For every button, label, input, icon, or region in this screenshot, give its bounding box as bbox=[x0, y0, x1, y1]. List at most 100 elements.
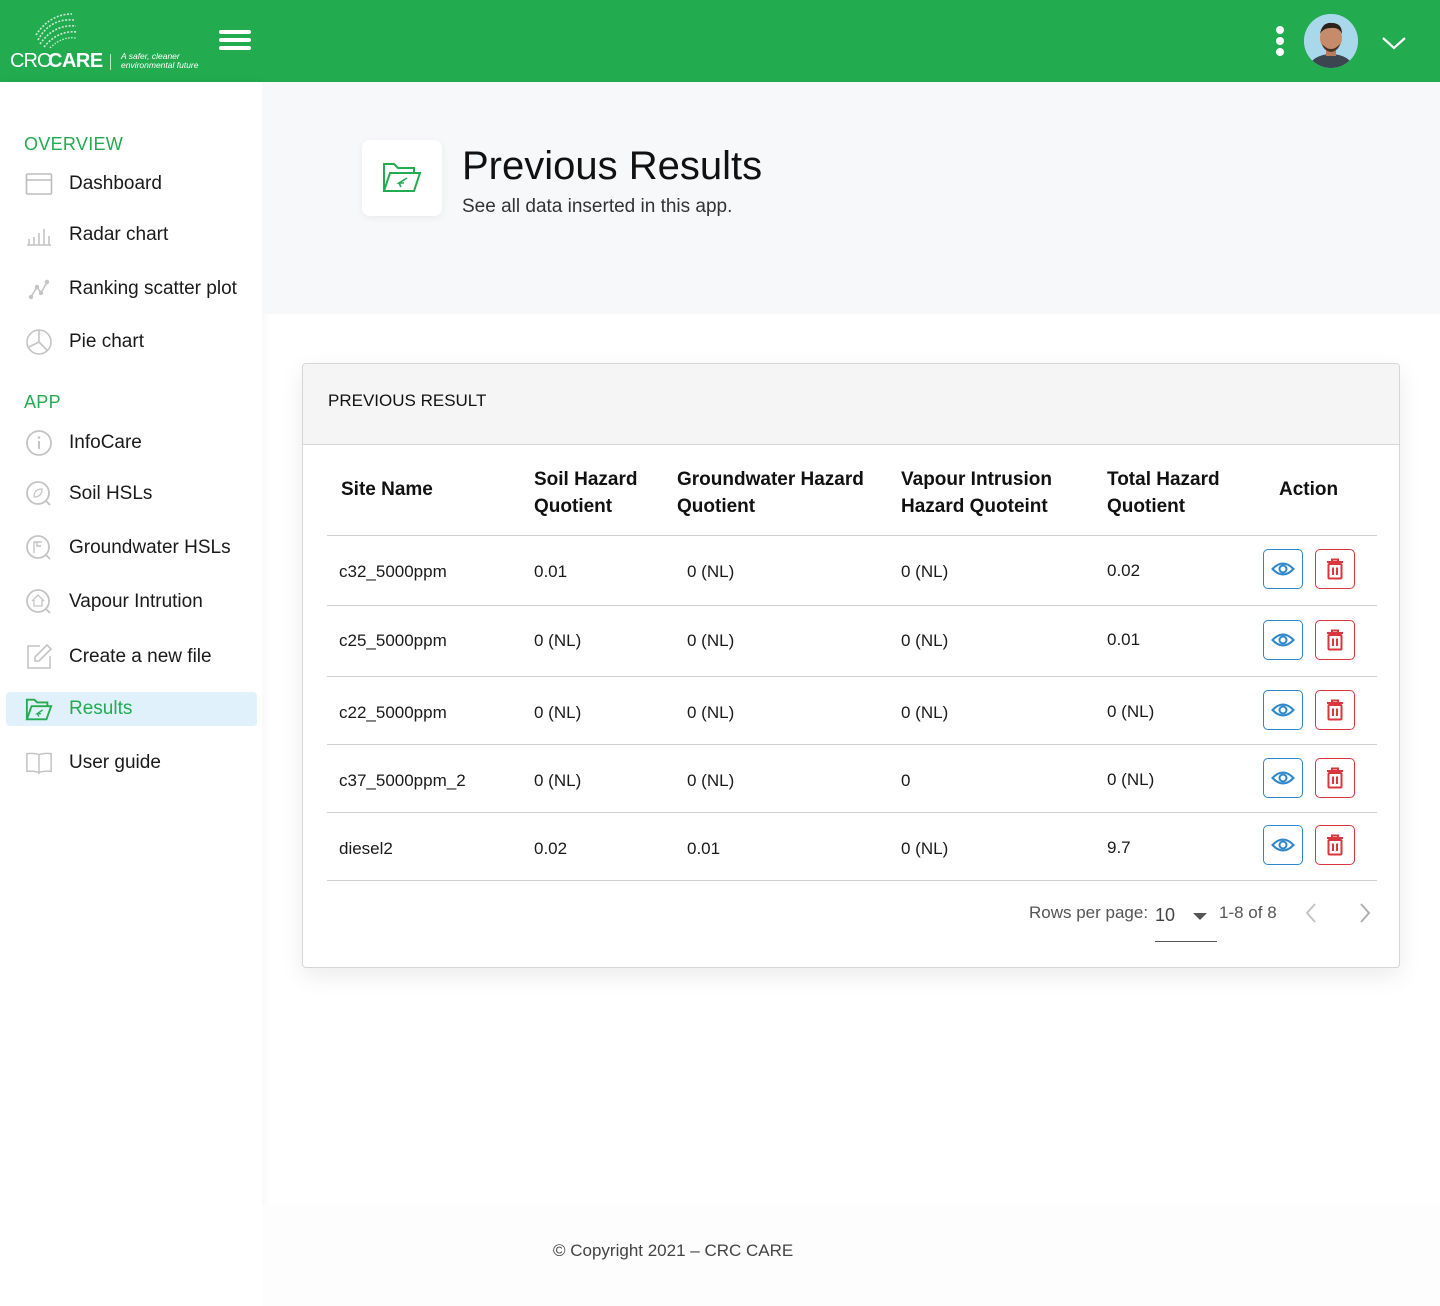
view-button[interactable] bbox=[1263, 825, 1303, 865]
sidebar-item-label: Pie chart bbox=[69, 331, 144, 352]
cell-soil: 0 (NL) bbox=[534, 631, 582, 650]
sidebar-item-dashboard[interactable]: Dashboard bbox=[6, 167, 257, 201]
pagination-range: 1-8 of 8 bbox=[1219, 903, 1277, 922]
cell-groundwater: 0 (NL) bbox=[687, 703, 735, 722]
sidebar-item-vapour-intrution[interactable]: Vapour Intrution bbox=[6, 585, 257, 619]
cell-total: 0.02 bbox=[1107, 561, 1141, 580]
cell-site-name: c22_5000ppm bbox=[339, 703, 447, 722]
folder-open-icon bbox=[25, 695, 53, 723]
chevron-right-icon[interactable] bbox=[1355, 900, 1375, 926]
column-header-action: Action bbox=[1279, 479, 1339, 500]
cell-vapour: 0 (NL) bbox=[901, 631, 949, 650]
cell-soil: 0.02 bbox=[534, 839, 568, 858]
trash-icon bbox=[1327, 558, 1343, 580]
cell-vapour: 0 bbox=[901, 771, 911, 790]
view-button[interactable] bbox=[1263, 620, 1303, 660]
eye-icon bbox=[1271, 562, 1295, 576]
section-label-overview: OVERVIEW bbox=[24, 134, 124, 154]
bar-chart-icon bbox=[25, 221, 53, 249]
cell-vapour: 0 (NL) bbox=[901, 839, 949, 858]
view-button[interactable] bbox=[1263, 758, 1303, 798]
copyright-text: © Copyright 2021 – CRC CARE bbox=[553, 1241, 794, 1260]
sidebar-item-results[interactable]: Results bbox=[6, 692, 257, 726]
rows-per-page-label: Rows per page: bbox=[1029, 903, 1149, 922]
view-button[interactable] bbox=[1263, 549, 1303, 589]
cell-site-name: diesel2 bbox=[339, 839, 393, 858]
avatar[interactable] bbox=[1304, 14, 1358, 68]
view-button[interactable] bbox=[1263, 690, 1303, 730]
folder-open-icon bbox=[382, 163, 422, 192]
eye-icon bbox=[1271, 838, 1295, 852]
top-bar: CRC CARE A safer, cleaner environmental … bbox=[0, 0, 1440, 82]
delete-button[interactable] bbox=[1315, 690, 1355, 730]
groundwater-search-icon bbox=[25, 534, 53, 562]
user-avatar-image bbox=[1304, 14, 1358, 68]
delete-button[interactable] bbox=[1315, 549, 1355, 589]
scatter-plot-icon bbox=[25, 275, 53, 303]
trash-icon bbox=[1327, 834, 1343, 856]
sidebar-item-groundwater-hsls[interactable]: Groundwater HSLs bbox=[6, 531, 257, 565]
logo-separator bbox=[110, 54, 111, 70]
kebab-menu-icon[interactable] bbox=[1272, 26, 1288, 60]
sidebar-item-user-guide[interactable]: User guide bbox=[6, 746, 257, 780]
trash-icon bbox=[1327, 699, 1343, 721]
sidebar-item-radar-chart[interactable]: Radar chart bbox=[6, 218, 257, 252]
caret-down-icon bbox=[1193, 913, 1207, 920]
chevron-left-icon[interactable] bbox=[1301, 900, 1321, 926]
cell-soil: 0 (NL) bbox=[534, 703, 582, 722]
sidebar-item-ranking-scatter-plot[interactable]: Ranking scatter plot bbox=[6, 272, 257, 306]
column-header-total-hazard[interactable]: Total Hazard Quotient bbox=[1107, 466, 1220, 520]
logo-care-text: CARE bbox=[48, 50, 103, 72]
sidebar-item-infocare[interactable]: InfoCare bbox=[6, 426, 257, 460]
trash-icon bbox=[1327, 629, 1343, 651]
cell-groundwater: 0 (NL) bbox=[687, 771, 735, 790]
chevron-down-icon[interactable] bbox=[1380, 30, 1408, 54]
pie-chart-icon bbox=[25, 328, 53, 356]
delete-button[interactable] bbox=[1315, 620, 1355, 660]
sidebar-item-create-new-file[interactable]: Create a new file bbox=[6, 640, 257, 674]
cell-soil: 0 (NL) bbox=[534, 771, 582, 790]
sidebar-item-label: Radar chart bbox=[69, 224, 169, 245]
column-header-soil-hazard[interactable]: Soil Hazard Quotient bbox=[534, 466, 637, 520]
cell-total: 0 (NL) bbox=[1107, 702, 1155, 721]
rows-per-page-select[interactable]: 10 bbox=[1155, 900, 1217, 942]
cell-total: 9.7 bbox=[1107, 838, 1131, 857]
vapour-search-icon bbox=[25, 588, 53, 616]
cell-total: 0.01 bbox=[1107, 630, 1141, 649]
column-header-vapour-intrusion[interactable]: Vapour Intrusion Hazard Quoteint bbox=[901, 466, 1052, 520]
divider bbox=[327, 605, 1377, 606]
sidebar-item-label: InfoCare bbox=[69, 432, 142, 453]
cell-site-name: c37_5000ppm_2 bbox=[339, 771, 466, 790]
hamburger-icon[interactable] bbox=[219, 30, 251, 54]
sidebar-item-pie-chart[interactable]: Pie chart bbox=[6, 325, 257, 359]
divider bbox=[327, 880, 1377, 881]
page-subtitle: See all data inserted in this app. bbox=[462, 196, 733, 217]
divider bbox=[327, 676, 1377, 677]
page-title: Previous Results bbox=[462, 144, 763, 188]
eye-icon bbox=[1271, 703, 1295, 717]
logo-globe-icon bbox=[35, 13, 78, 48]
dashboard-icon bbox=[25, 170, 53, 198]
cell-vapour: 0 (NL) bbox=[901, 562, 949, 581]
sidebar-item-label: User guide bbox=[69, 752, 161, 773]
column-header-site-name[interactable]: Site Name bbox=[341, 476, 433, 503]
sidebar-item-soil-hsls[interactable]: Soil HSLs bbox=[6, 477, 257, 511]
cell-groundwater: 0 (NL) bbox=[687, 631, 735, 650]
cell-soil: 0.01 bbox=[534, 562, 568, 581]
footer-area bbox=[262, 1205, 1440, 1306]
logo-tagline: A safer, cleaner environmental future bbox=[121, 51, 199, 70]
logo-crc-text: CRC bbox=[10, 50, 51, 72]
delete-button[interactable] bbox=[1315, 825, 1355, 865]
column-header-groundwater-hazard[interactable]: Groundwater Hazard Quotient bbox=[677, 466, 864, 520]
page-icon-card bbox=[362, 140, 442, 216]
rows-per-page-value: 10 bbox=[1155, 905, 1176, 925]
sidebar-item-label: Results bbox=[69, 698, 133, 719]
previous-result-card: PREVIOUS RESULT bbox=[302, 363, 1400, 968]
cell-total: 0 (NL) bbox=[1107, 770, 1155, 789]
delete-button[interactable] bbox=[1315, 758, 1355, 798]
trash-icon bbox=[1327, 767, 1343, 789]
crc-care-logo[interactable]: CRC CARE A safer, cleaner environmental … bbox=[8, 10, 213, 74]
sidebar-item-label: Vapour Intrution bbox=[69, 591, 203, 612]
cell-vapour: 0 (NL) bbox=[901, 703, 949, 722]
cell-site-name: c32_5000ppm bbox=[339, 562, 447, 581]
